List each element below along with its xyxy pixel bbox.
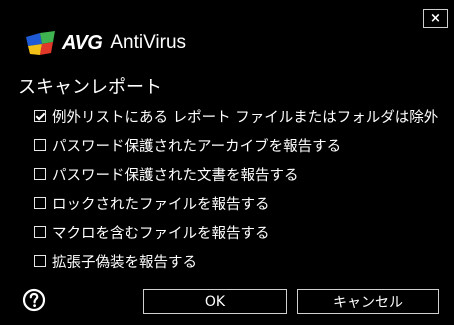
close-icon: × xyxy=(430,11,441,26)
option-password-archives[interactable]: パスワード保護されたアーカイブを報告する xyxy=(34,134,341,156)
checkbox-icon[interactable] xyxy=(34,255,46,267)
scan-report-dialog: × AVG AntiVirus スキャンレポート 例外リストにある レポート フ… xyxy=(0,0,454,325)
option-label: パスワード保護された文書を報告する xyxy=(52,167,299,184)
app-logo: AVG AntiVirus xyxy=(26,26,186,60)
checkbox-icon[interactable] xyxy=(34,197,46,209)
option-label: 拡張子偽装を報告する xyxy=(52,254,197,271)
avg-logo-icon xyxy=(26,31,55,55)
cancel-button-label: キャンセル xyxy=(333,294,403,311)
option-hidden-extensions[interactable]: 拡張子偽装を報告する xyxy=(34,250,197,272)
option-label: ロックされたファイルを報告する xyxy=(52,196,270,213)
option-exclude-exceptions[interactable]: 例外リストにある レポート ファイルまたはフォルダは除外 xyxy=(34,105,438,127)
option-label: 例外リストにある レポート ファイルまたはフォルダは除外 xyxy=(52,109,439,126)
section-title: スキャンレポート xyxy=(18,77,162,98)
close-button[interactable]: × xyxy=(423,9,448,28)
brand-name: AVG xyxy=(62,31,103,54)
option-label: マクロを含むファイルを報告する xyxy=(52,225,270,242)
checkbox-icon[interactable] xyxy=(34,110,46,122)
product-name: AntiVirus xyxy=(110,32,187,53)
help-icon[interactable] xyxy=(22,288,46,312)
option-password-documents[interactable]: パスワード保護された文書を報告する xyxy=(34,163,299,185)
option-macro-files[interactable]: マクロを含むファイルを報告する xyxy=(34,221,270,243)
option-locked-files[interactable]: ロックされたファイルを報告する xyxy=(34,192,270,214)
checkbox-icon[interactable] xyxy=(34,226,46,238)
checkbox-icon[interactable] xyxy=(34,139,46,151)
ok-button[interactable]: OK xyxy=(143,289,287,314)
checkbox-icon[interactable] xyxy=(34,168,46,180)
option-label: パスワード保護されたアーカイブを報告する xyxy=(52,138,342,155)
ok-button-label: OK xyxy=(204,293,226,310)
cancel-button[interactable]: キャンセル xyxy=(297,289,439,314)
